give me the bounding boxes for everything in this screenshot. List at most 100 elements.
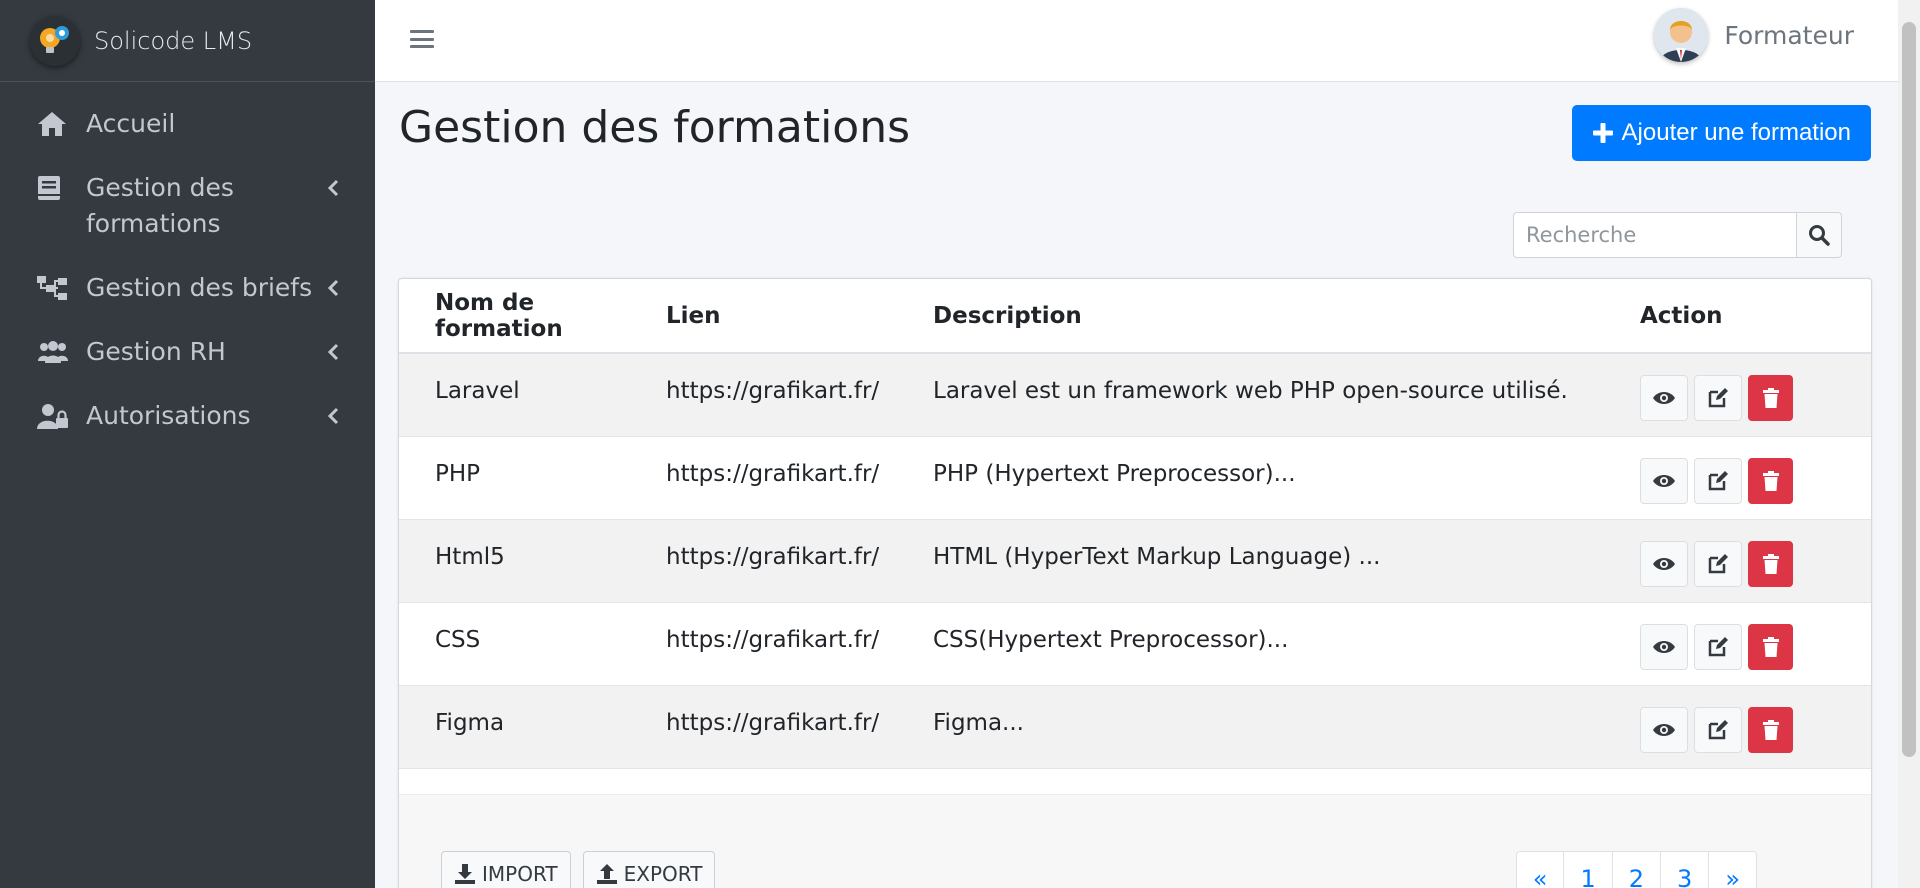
eye-icon	[1653, 474, 1675, 487]
trash-icon	[1762, 553, 1779, 574]
delete-button[interactable]	[1748, 457, 1793, 504]
formations-table: Nom de formation Lien Description Action…	[399, 279, 1871, 769]
trash-icon	[1762, 470, 1779, 491]
table-row: Laravel https://grafikart.fr/ Laravel es…	[399, 353, 1871, 437]
column-header-link: Lien	[666, 279, 933, 354]
edit-icon	[1708, 636, 1728, 656]
cell-actions	[1640, 353, 1871, 437]
table-row: Figma https://grafikart.fr/ Figma...	[399, 685, 1871, 769]
user-lock-icon	[36, 398, 74, 434]
page-title: Gestion des formations	[399, 102, 911, 153]
table-row: Html5 https://grafikart.fr/ HTML (HyperT…	[399, 519, 1871, 603]
upload-icon	[596, 864, 617, 884]
cell-link: https://grafikart.fr/	[666, 685, 933, 769]
trash-icon	[1762, 719, 1779, 740]
view-button[interactable]	[1640, 457, 1688, 504]
view-button[interactable]	[1640, 623, 1688, 670]
delete-button[interactable]	[1748, 706, 1793, 753]
pagination-page-2[interactable]: 2	[1611, 851, 1662, 888]
sidebar-item-gestion-briefs[interactable]: Gestion des briefs	[0, 256, 375, 320]
import-label: IMPORT	[482, 862, 558, 886]
cell-name: Html5	[399, 519, 666, 603]
edit-icon	[1708, 470, 1728, 490]
export-label: EXPORT	[623, 862, 703, 886]
user-menu[interactable]: Formateur	[1654, 8, 1854, 62]
add-formation-label: Ajouter une formation	[1621, 119, 1851, 146]
edit-button[interactable]	[1694, 457, 1742, 504]
pagination: « 1 2 3 »	[1515, 851, 1757, 888]
delete-button[interactable]	[1748, 623, 1793, 670]
vertical-scrollbar[interactable]	[1898, 0, 1920, 888]
edit-button[interactable]	[1694, 374, 1742, 421]
edit-button[interactable]	[1694, 706, 1742, 753]
scrollbar-thumb[interactable]	[1902, 22, 1916, 757]
home-icon	[36, 106, 74, 142]
cell-actions	[1640, 602, 1871, 686]
edit-button[interactable]	[1694, 623, 1742, 670]
cell-link: https://grafikart.fr/	[666, 519, 933, 603]
cell-name: PHP	[399, 436, 666, 520]
eye-icon	[1653, 723, 1675, 736]
cell-actions	[1640, 436, 1871, 520]
chevron-left-icon	[327, 170, 339, 206]
edit-icon	[1708, 553, 1728, 573]
trash-icon	[1762, 636, 1779, 657]
users-icon	[36, 334, 74, 370]
pagination-page-3[interactable]: 3	[1660, 851, 1710, 888]
cell-link: https://grafikart.fr/	[666, 602, 933, 686]
avatar	[1654, 8, 1709, 62]
edit-icon	[1708, 719, 1728, 739]
cell-link: https://grafikart.fr/	[666, 353, 933, 437]
view-button[interactable]	[1640, 540, 1688, 587]
cell-description: CSS(Hypertext Preprocessor)...	[933, 602, 1640, 686]
export-button[interactable]: EXPORT	[582, 851, 716, 888]
brand-name: Solicode LMS	[94, 26, 253, 55]
download-icon	[455, 864, 475, 884]
card-footer: IMPORT EXPORT « 1 2 3 »	[399, 794, 1871, 888]
cell-actions	[1640, 519, 1871, 603]
trash-icon	[1762, 387, 1779, 408]
cell-actions	[1640, 685, 1871, 769]
sidebar-item-label: Gestion des formations	[86, 173, 234, 238]
brand[interactable]: Solicode LMS	[0, 0, 375, 82]
import-button[interactable]: IMPORT	[441, 851, 571, 888]
search-group	[1513, 212, 1842, 258]
pagination-next[interactable]: »	[1708, 851, 1757, 888]
edit-button[interactable]	[1694, 540, 1742, 587]
delete-button[interactable]	[1748, 374, 1793, 421]
sitemap-icon	[36, 270, 74, 306]
pagination-prev[interactable]: «	[1515, 851, 1565, 888]
cell-link: https://grafikart.fr/	[666, 436, 933, 520]
pagination-page-1[interactable]: 1	[1563, 851, 1613, 888]
table-row: PHP https://grafikart.fr/ PHP (Hypertext…	[399, 436, 1871, 520]
sidebar-item-autorisations[interactable]: Autorisations	[0, 384, 375, 448]
view-button[interactable]	[1640, 706, 1688, 753]
sidebar-item-gestion-formations[interactable]: Gestion des formations	[0, 156, 375, 256]
search-icon	[1809, 225, 1830, 246]
eye-icon	[1653, 557, 1675, 570]
sidebar-item-gestion-rh[interactable]: Gestion RH	[0, 320, 375, 384]
eye-icon	[1653, 640, 1675, 653]
add-formation-button[interactable]: Ajouter une formation	[1571, 105, 1871, 161]
column-header-description: Description	[933, 279, 1640, 354]
column-header-name: Nom de formation	[399, 279, 666, 354]
search-input[interactable]	[1513, 212, 1796, 258]
brand-logo-icon	[30, 15, 80, 66]
plus-icon	[1592, 123, 1613, 143]
column-header-action: Action	[1640, 279, 1871, 354]
menu-toggle-icon[interactable]	[410, 28, 434, 50]
sidebar: Solicode LMS Accueil Gestion des formati…	[0, 0, 375, 888]
sidebar-nav: Accueil Gestion des formations Gestion d…	[0, 82, 375, 448]
cell-name: Laravel	[399, 353, 666, 437]
cell-description: Laravel est un framework web PHP open-so…	[933, 353, 1640, 437]
search-button[interactable]	[1796, 212, 1842, 258]
cell-description: Figma...	[933, 685, 1640, 769]
delete-button[interactable]	[1748, 540, 1793, 587]
cell-name: Figma	[399, 685, 666, 769]
topbar: Formateur	[375, 0, 1898, 82]
chevron-left-icon	[327, 398, 339, 434]
sidebar-item-accueil[interactable]: Accueil	[0, 92, 375, 156]
view-button[interactable]	[1640, 374, 1688, 421]
formations-card: Nom de formation Lien Description Action…	[398, 278, 1872, 888]
sidebar-item-label: Gestion RH	[86, 337, 226, 366]
